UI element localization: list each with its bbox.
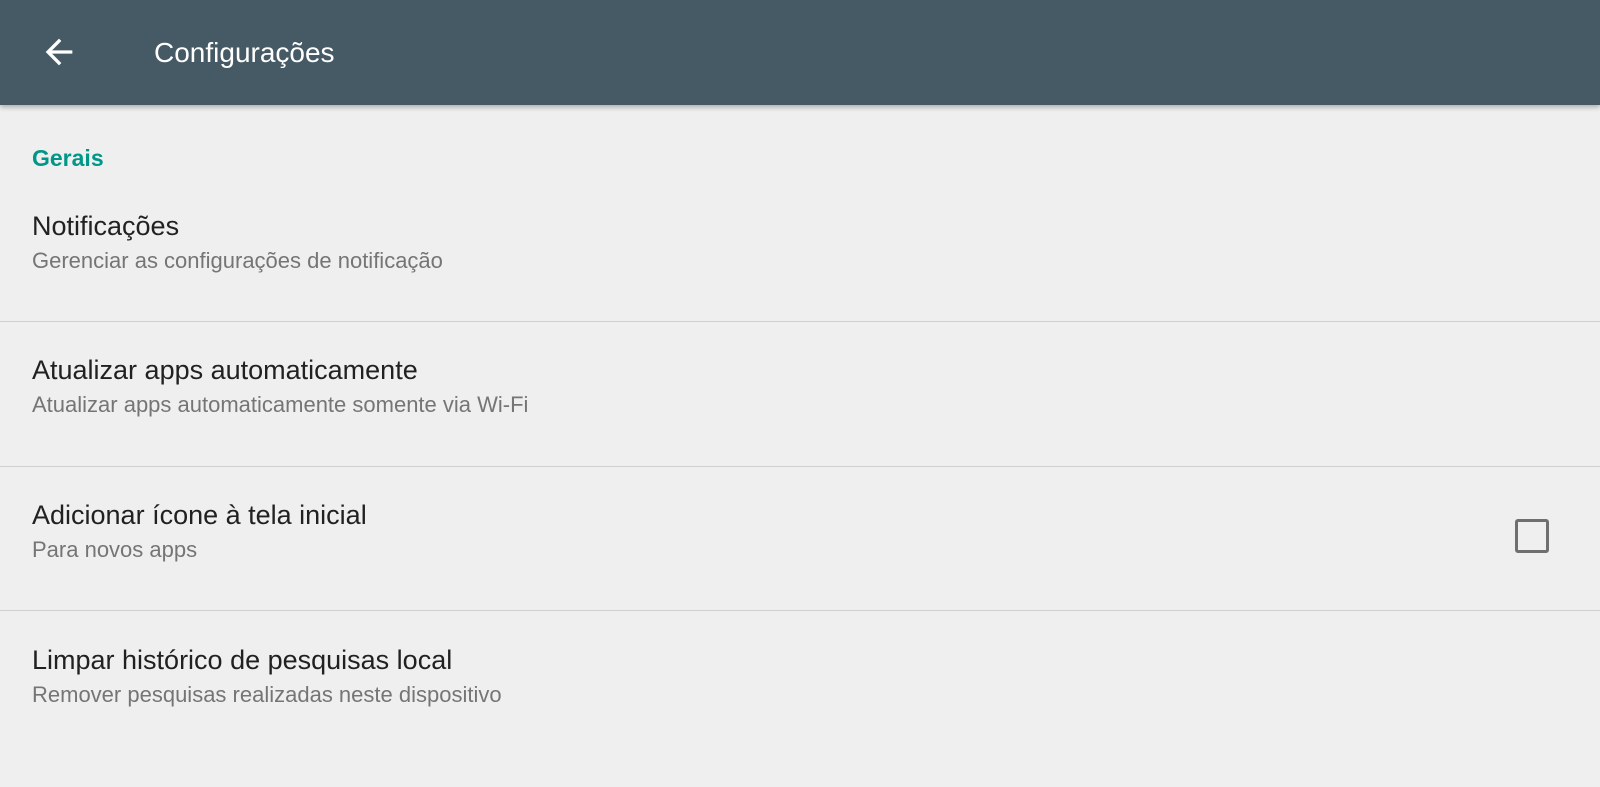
arrow-back-icon xyxy=(45,38,73,66)
add-home-icon-checkbox[interactable] xyxy=(1515,519,1549,553)
section-header-general: Gerais xyxy=(32,145,104,171)
page-title: Configurações xyxy=(154,37,335,68)
pref-clear-search-history[interactable]: Limpar histórico de pesquisas local Remo… xyxy=(0,643,1600,787)
pref-notifications[interactable]: Notificações Gerenciar as configurações … xyxy=(0,209,1600,353)
pref-summary: Gerenciar as configurações de notificaçã… xyxy=(32,248,443,273)
pref-title: Adicionar ícone à tela inicial xyxy=(32,500,367,530)
pref-title: Limpar histórico de pesquisas local xyxy=(32,645,453,675)
pref-summary: Atualizar apps automaticamente somente v… xyxy=(32,392,529,417)
pref-summary: Para novos apps xyxy=(32,537,198,562)
settings-list: Gerais Notificações Gerenciar as configu… xyxy=(0,105,1600,765)
divider xyxy=(0,466,1600,467)
pref-auto-update-apps[interactable]: Atualizar apps automaticamente Atualizar… xyxy=(0,353,1600,497)
back-button[interactable] xyxy=(26,19,92,85)
divider xyxy=(0,610,1600,611)
app-toolbar: Configurações xyxy=(0,0,1600,105)
pref-title: Notificações xyxy=(32,211,180,241)
pref-title: Atualizar apps automaticamente xyxy=(32,355,418,385)
divider xyxy=(0,321,1600,322)
pref-add-home-icon[interactable]: Adicionar ícone à tela inicial Para novo… xyxy=(0,498,1600,642)
pref-summary: Remover pesquisas realizadas neste dispo… xyxy=(32,682,502,707)
